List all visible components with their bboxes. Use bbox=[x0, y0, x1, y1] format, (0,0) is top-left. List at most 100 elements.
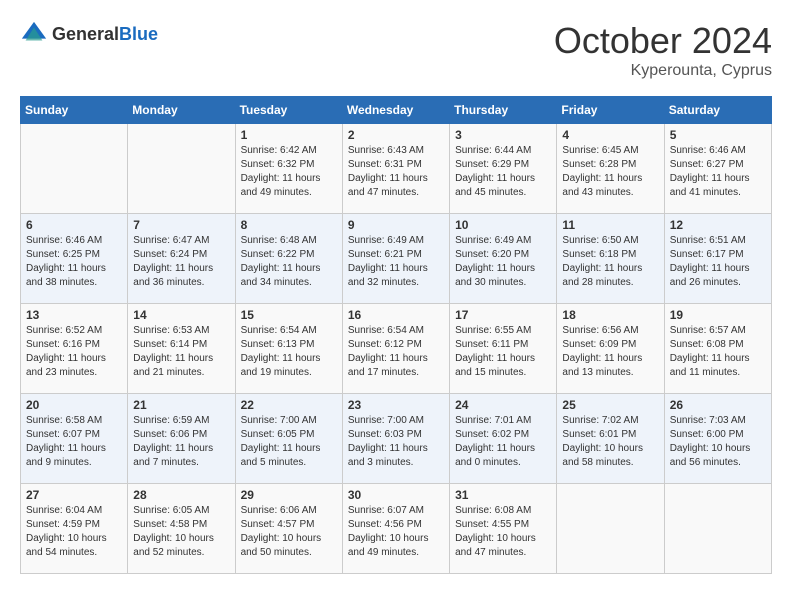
day-number: 15 bbox=[241, 308, 337, 322]
day-number: 14 bbox=[133, 308, 229, 322]
day-info: Sunrise: 6:47 AMSunset: 6:24 PMDaylight:… bbox=[133, 234, 229, 290]
calendar-cell: 25Sunrise: 7:02 AMSunset: 6:01 PMDayligh… bbox=[557, 394, 664, 484]
day-info: Sunrise: 6:53 AMSunset: 6:14 PMDaylight:… bbox=[133, 324, 229, 380]
calendar-cell: 27 Sunrise: 6:04 AMSunset: 4:59 PMDayligh… bbox=[21, 484, 128, 574]
day-number: 18 bbox=[562, 308, 658, 322]
calendar-cell: 14 Sunrise: 6:53 AMSunset: 6:14 PMDayligh… bbox=[128, 304, 235, 394]
calendar-cell: 21 Sunrise: 6:59 AMSunset: 6:06 PMDayligh… bbox=[128, 394, 235, 484]
day-info: Sunrise: 6:54 AMSunset: 6:13 PMDaylight:… bbox=[241, 324, 337, 380]
calendar-cell: 26 Sunrise: 7:03 AMSunset: 6:00 PMDayligh… bbox=[664, 394, 771, 484]
day-number: 31 bbox=[455, 488, 551, 502]
day-info: Sunrise: 6:43 AMSunset: 6:31 PMDaylight:… bbox=[348, 144, 444, 200]
day-info: Sunrise: 6:54 AMSunset: 6:12 PMDaylight:… bbox=[348, 324, 444, 380]
calendar-cell bbox=[128, 124, 235, 214]
logo-general: General bbox=[52, 24, 119, 44]
calendar-cell: 23Sunrise: 7:00 AMSunset: 6:03 PMDayligh… bbox=[342, 394, 449, 484]
calendar-cell: 6 Sunrise: 6:46 AMSunset: 6:25 PMDaylight… bbox=[21, 214, 128, 304]
calendar-cell: 20 Sunrise: 6:58 AMSunset: 6:07 PMDayligh… bbox=[21, 394, 128, 484]
calendar-cell bbox=[557, 484, 664, 574]
calendar-cell: 15 Sunrise: 6:54 AMSunset: 6:13 PMDayligh… bbox=[235, 304, 342, 394]
page-header: GeneralBlue October 2024 Kyperounta, Cyp… bbox=[20, 20, 772, 80]
day-number: 10 bbox=[455, 218, 551, 232]
calendar-cell bbox=[664, 484, 771, 574]
day-number: 24 bbox=[455, 398, 551, 412]
day-number: 25 bbox=[562, 398, 658, 412]
location-subtitle: Kyperounta, Cyprus bbox=[554, 62, 772, 80]
calendar-table: SundayMondayTuesdayWednesdayThursdayFrid… bbox=[20, 96, 772, 574]
day-number: 1 bbox=[241, 128, 337, 142]
day-info: Sunrise: 7:03 AMSunset: 6:00 PMDaylight:… bbox=[670, 414, 766, 470]
day-number: 7 bbox=[133, 218, 229, 232]
day-info: Sunrise: 6:49 AMSunset: 6:20 PMDaylight:… bbox=[455, 234, 551, 290]
day-number: 5 bbox=[670, 128, 766, 142]
day-header-monday: Monday bbox=[128, 97, 235, 124]
day-header-wednesday: Wednesday bbox=[342, 97, 449, 124]
calendar-cell: 11 Sunrise: 6:50 AMSunset: 6:18 PMDayligh… bbox=[557, 214, 664, 304]
day-number: 26 bbox=[670, 398, 766, 412]
day-info: Sunrise: 6:07 AMSunset: 4:56 PMDaylight:… bbox=[348, 504, 444, 560]
day-info: Sunrise: 6:50 AMSunset: 6:18 PMDaylight:… bbox=[562, 234, 658, 290]
logo-blue: Blue bbox=[119, 24, 158, 44]
day-number: 29 bbox=[241, 488, 337, 502]
day-number: 12 bbox=[670, 218, 766, 232]
calendar-cell: 16 Sunrise: 6:54 AMSunset: 6:12 PMDayligh… bbox=[342, 304, 449, 394]
day-number: 16 bbox=[348, 308, 444, 322]
day-number: 19 bbox=[670, 308, 766, 322]
day-info: Sunrise: 7:00 AMSunset: 6:03 PMDaylight:… bbox=[348, 414, 444, 470]
day-number: 2 bbox=[348, 128, 444, 142]
day-info: Sunrise: 6:06 AMSunset: 4:57 PMDaylight:… bbox=[241, 504, 337, 560]
day-info: Sunrise: 6:51 AMSunset: 6:17 PMDaylight:… bbox=[670, 234, 766, 290]
week-row-1: 1 Sunrise: 6:42 AMSunset: 6:32 PMDaylight… bbox=[21, 124, 772, 214]
day-header-tuesday: Tuesday bbox=[235, 97, 342, 124]
day-number: 28 bbox=[133, 488, 229, 502]
day-number: 6 bbox=[26, 218, 122, 232]
calendar-cell: 7 Sunrise: 6:47 AMSunset: 6:24 PMDaylight… bbox=[128, 214, 235, 304]
day-number: 30 bbox=[348, 488, 444, 502]
day-info: Sunrise: 6:04 AMSunset: 4:59 PMDaylight:… bbox=[26, 504, 122, 560]
calendar-cell: 29 Sunrise: 6:06 AMSunset: 4:57 PMDayligh… bbox=[235, 484, 342, 574]
day-info: Sunrise: 6:42 AMSunset: 6:32 PMDaylight:… bbox=[241, 144, 337, 200]
day-number: 4 bbox=[562, 128, 658, 142]
week-row-3: 13 Sunrise: 6:52 AMSunset: 6:16 PMDayligh… bbox=[21, 304, 772, 394]
day-header-saturday: Saturday bbox=[664, 97, 771, 124]
day-info: Sunrise: 6:44 AMSunset: 6:29 PMDaylight:… bbox=[455, 144, 551, 200]
day-info: Sunrise: 6:49 AMSunset: 6:21 PMDaylight:… bbox=[348, 234, 444, 290]
day-info: Sunrise: 6:58 AMSunset: 6:07 PMDaylight:… bbox=[26, 414, 122, 470]
day-info: Sunrise: 6:45 AMSunset: 6:28 PMDaylight:… bbox=[562, 144, 658, 200]
calendar-cell: 5Sunrise: 6:46 AMSunset: 6:27 PMDaylight… bbox=[664, 124, 771, 214]
calendar-cell: 2 Sunrise: 6:43 AMSunset: 6:31 PMDaylight… bbox=[342, 124, 449, 214]
week-row-4: 20 Sunrise: 6:58 AMSunset: 6:07 PMDayligh… bbox=[21, 394, 772, 484]
day-number: 21 bbox=[133, 398, 229, 412]
calendar-cell: 10 Sunrise: 6:49 AMSunset: 6:20 PMDayligh… bbox=[450, 214, 557, 304]
calendar-cell: 4 Sunrise: 6:45 AMSunset: 6:28 PMDaylight… bbox=[557, 124, 664, 214]
calendar-cell: 9Sunrise: 6:49 AMSunset: 6:21 PMDaylight… bbox=[342, 214, 449, 304]
day-info: Sunrise: 6:57 AMSunset: 6:08 PMDaylight:… bbox=[670, 324, 766, 380]
calendar-cell: 13 Sunrise: 6:52 AMSunset: 6:16 PMDayligh… bbox=[21, 304, 128, 394]
day-number: 13 bbox=[26, 308, 122, 322]
logo-icon bbox=[20, 20, 48, 48]
day-info: Sunrise: 6:46 AMSunset: 6:25 PMDaylight:… bbox=[26, 234, 122, 290]
day-info: Sunrise: 7:01 AMSunset: 6:02 PMDaylight:… bbox=[455, 414, 551, 470]
calendar-cell: 19 Sunrise: 6:57 AMSunset: 6:08 PMDayligh… bbox=[664, 304, 771, 394]
calendar-cell bbox=[21, 124, 128, 214]
day-number: 11 bbox=[562, 218, 658, 232]
day-number: 27 bbox=[26, 488, 122, 502]
day-info: Sunrise: 6:48 AMSunset: 6:22 PMDaylight:… bbox=[241, 234, 337, 290]
day-number: 22 bbox=[241, 398, 337, 412]
calendar-cell: 31 Sunrise: 6:08 AMSunset: 4:55 PMDayligh… bbox=[450, 484, 557, 574]
day-info: Sunrise: 6:59 AMSunset: 6:06 PMDaylight:… bbox=[133, 414, 229, 470]
calendar-cell: 17Sunrise: 6:55 AMSunset: 6:11 PMDayligh… bbox=[450, 304, 557, 394]
day-number: 8 bbox=[241, 218, 337, 232]
week-row-5: 27 Sunrise: 6:04 AMSunset: 4:59 PMDayligh… bbox=[21, 484, 772, 574]
day-info: Sunrise: 6:08 AMSunset: 4:55 PMDaylight:… bbox=[455, 504, 551, 560]
day-info: Sunrise: 6:52 AMSunset: 6:16 PMDaylight:… bbox=[26, 324, 122, 380]
calendar-cell: 22Sunrise: 7:00 AMSunset: 6:05 PMDayligh… bbox=[235, 394, 342, 484]
day-header-sunday: Sunday bbox=[21, 97, 128, 124]
title-block: October 2024 Kyperounta, Cyprus bbox=[554, 20, 772, 80]
day-number: 3 bbox=[455, 128, 551, 142]
calendar-cell: 1 Sunrise: 6:42 AMSunset: 6:32 PMDaylight… bbox=[235, 124, 342, 214]
calendar-cell: 28Sunrise: 6:05 AMSunset: 4:58 PMDayligh… bbox=[128, 484, 235, 574]
day-number: 20 bbox=[26, 398, 122, 412]
calendar-cell: 24 Sunrise: 7:01 AMSunset: 6:02 PMDayligh… bbox=[450, 394, 557, 484]
day-number: 17 bbox=[455, 308, 551, 322]
